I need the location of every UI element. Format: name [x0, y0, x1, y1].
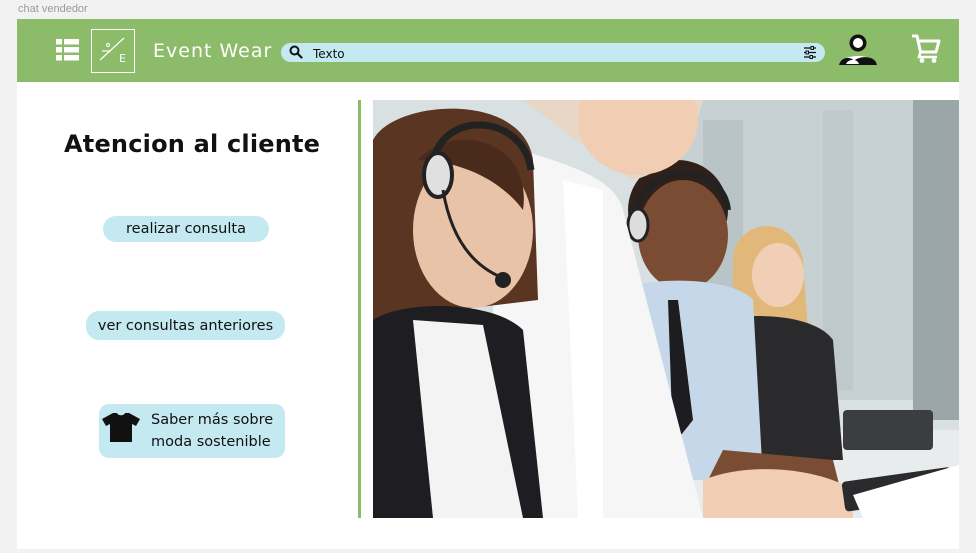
call-center-illustration [373, 100, 959, 518]
frame-label: chat vendedor [18, 3, 88, 15]
cart-icon[interactable] [910, 32, 942, 64]
app-frame: E Event Wear Texto Atencion al cliente r… [17, 19, 959, 549]
logo-letter: E [119, 52, 126, 65]
section-divider [358, 100, 361, 518]
sustainable-fashion-button[interactable]: Saber más sobre moda sostenible [99, 404, 285, 458]
filter-icon[interactable] [803, 46, 817, 59]
brand-name: Event Wear [153, 40, 273, 62]
hanger-logo-icon [99, 37, 125, 61]
brand-logo[interactable]: E [91, 29, 135, 73]
menu-icon[interactable] [56, 39, 79, 61]
top-navbar: E Event Wear [17, 19, 959, 82]
search-bar [281, 43, 825, 62]
call-center-photo [373, 100, 959, 518]
tshirt-icon [102, 413, 140, 442]
sustainable-line-2: moda sostenible [151, 434, 271, 450]
make-inquiry-button[interactable]: realizar consulta [103, 216, 269, 242]
search-input[interactable] [313, 44, 783, 61]
user-icon[interactable] [837, 34, 879, 66]
support-panel: Atencion al cliente realizar consulta ve… [17, 82, 357, 549]
sustainable-line-1: Saber más sobre [151, 412, 274, 428]
page-title: Atencion al cliente [64, 130, 321, 158]
search-icon[interactable] [289, 45, 303, 59]
past-inquiries-button[interactable]: ver consultas anteriores [86, 311, 285, 340]
